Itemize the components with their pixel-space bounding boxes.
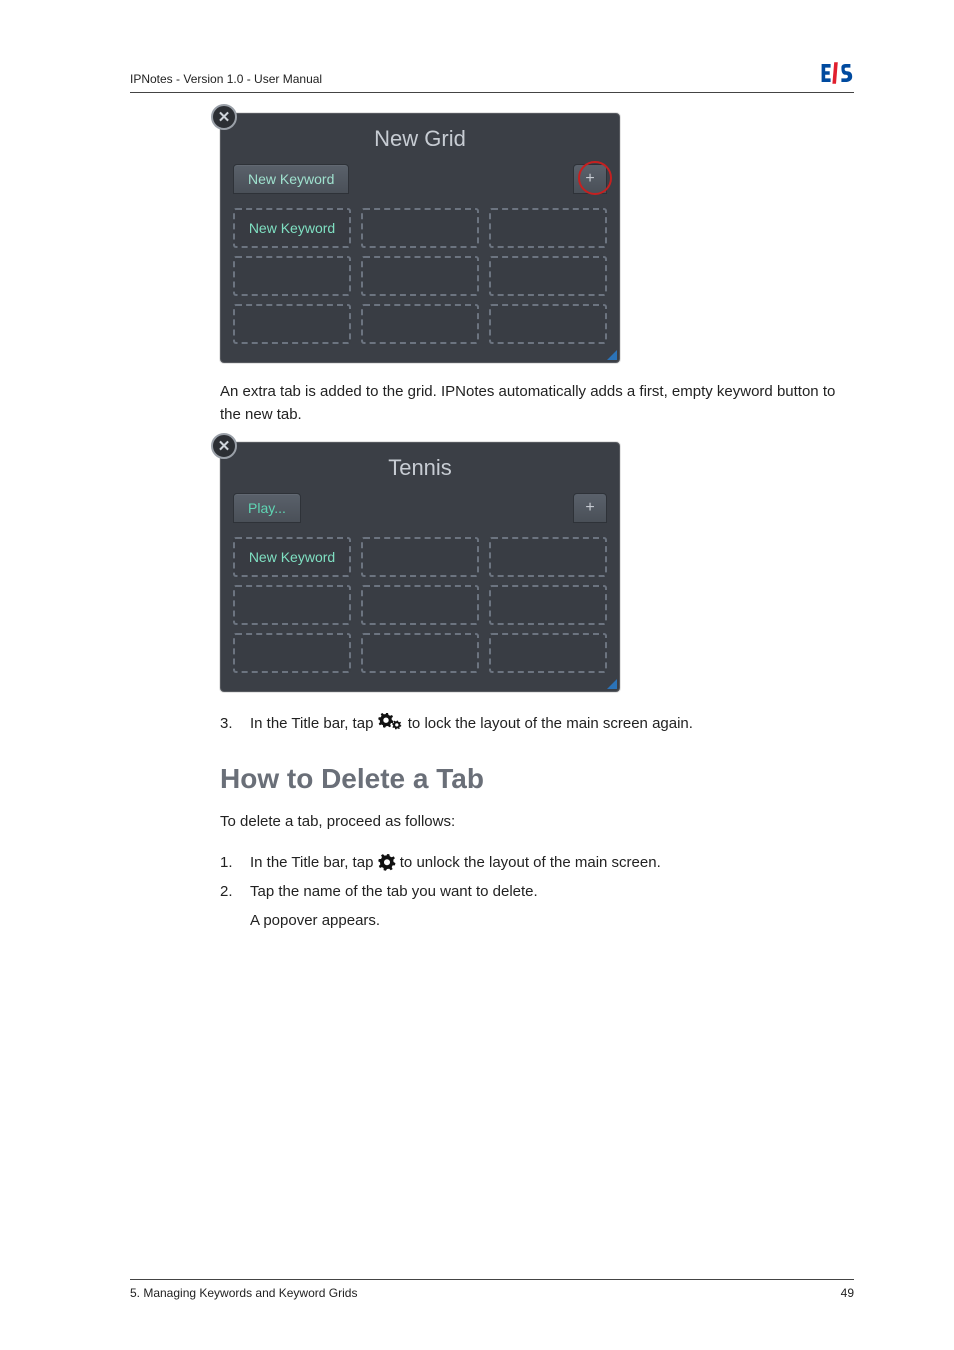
tab-row: New Keyword + (221, 164, 619, 204)
step-list: 1. In the Title bar, tap to unlock the l… (220, 849, 854, 906)
close-icon[interactable]: ✕ (211, 104, 237, 130)
footer-section: 5. Managing Keywords and Keyword Grids (130, 1286, 357, 1300)
keyword-cell-empty[interactable] (361, 208, 479, 248)
doc-title: IPNotes - Version 1.0 - User Manual (130, 72, 322, 86)
gear-icon (378, 849, 396, 878)
keyword-grid: New Keyword (221, 533, 619, 673)
tab-spacer (355, 164, 567, 194)
panel-new-grid: ✕ New Grid New Keyword + New Keyword (220, 113, 620, 363)
page-number: 49 (841, 1286, 854, 1300)
highlight-circle (578, 161, 612, 195)
panel-tennis: ✕ Tennis Play... + New Keyword (220, 442, 620, 692)
step-number: 2. (220, 878, 240, 907)
gear-double-icon (378, 710, 404, 739)
panel-title: New Grid (221, 114, 619, 164)
page-footer: 5. Managing Keywords and Keyword Grids 4… (130, 1279, 854, 1300)
close-icon[interactable]: ✕ (211, 433, 237, 459)
list-item: 3. In the Title bar, tap (220, 710, 854, 739)
keyword-cell-empty[interactable] (233, 256, 351, 296)
evs-logo (818, 60, 854, 86)
resize-handle-icon[interactable] (607, 350, 617, 360)
step-list-continue: 3. In the Title bar, tap (220, 710, 854, 739)
figure-new-grid: ✕ New Grid New Keyword + New Keyword (220, 113, 854, 363)
keyword-cell-empty[interactable] (361, 256, 479, 296)
tab-spacer (307, 493, 567, 523)
tab-play[interactable]: Play... (233, 493, 301, 523)
paragraph: An extra tab is added to the grid. IPNot… (220, 381, 854, 426)
section-heading: How to Delete a Tab (220, 763, 854, 795)
step-number: 3. (220, 710, 240, 739)
keyword-cell-empty[interactable] (489, 633, 607, 673)
keyword-cell[interactable]: New Keyword (233, 208, 351, 248)
content-column: ✕ New Grid New Keyword + New Keyword (220, 113, 854, 934)
tab-new-keyword[interactable]: New Keyword (233, 164, 349, 194)
keyword-cell-empty[interactable] (489, 585, 607, 625)
add-tab-button[interactable]: + (573, 493, 607, 523)
step-sub-text: A popover appears. (250, 908, 854, 934)
paragraph: To delete a tab, proceed as follows: (220, 811, 854, 834)
keyword-cell-empty[interactable] (489, 537, 607, 577)
keyword-cell-empty[interactable] (233, 585, 351, 625)
page-header: IPNotes - Version 1.0 - User Manual (130, 60, 854, 93)
resize-handle-icon[interactable] (607, 679, 617, 689)
list-item: 2. Tap the name of the tab you want to d… (220, 878, 854, 907)
keyword-cell-empty[interactable] (361, 537, 479, 577)
step-number: 1. (220, 849, 240, 878)
panel-title: Tennis (221, 443, 619, 493)
page: IPNotes - Version 1.0 - User Manual ✕ Ne… (0, 0, 954, 1350)
step-text: Tap the name of the tab you want to dele… (250, 878, 854, 907)
keyword-cell[interactable]: New Keyword (233, 537, 351, 577)
add-tab-button[interactable]: + (573, 164, 607, 194)
keyword-cell-empty[interactable] (489, 208, 607, 248)
keyword-cell-empty[interactable] (489, 304, 607, 344)
keyword-cell-empty[interactable] (361, 304, 479, 344)
keyword-cell-empty[interactable] (361, 633, 479, 673)
keyword-cell-empty[interactable] (489, 256, 607, 296)
keyword-grid: New Keyword (221, 204, 619, 344)
keyword-cell-empty[interactable] (233, 633, 351, 673)
tab-row: Play... + (221, 493, 619, 533)
step-text: In the Title bar, tap to lock the layout (250, 710, 854, 739)
keyword-cell-empty[interactable] (361, 585, 479, 625)
step-text: In the Title bar, tap to unlock the layo… (250, 849, 854, 878)
figure-tennis: ✕ Tennis Play... + New Keyword (220, 442, 854, 692)
list-item: 1. In the Title bar, tap to unlock the l… (220, 849, 854, 878)
keyword-cell-empty[interactable] (233, 304, 351, 344)
